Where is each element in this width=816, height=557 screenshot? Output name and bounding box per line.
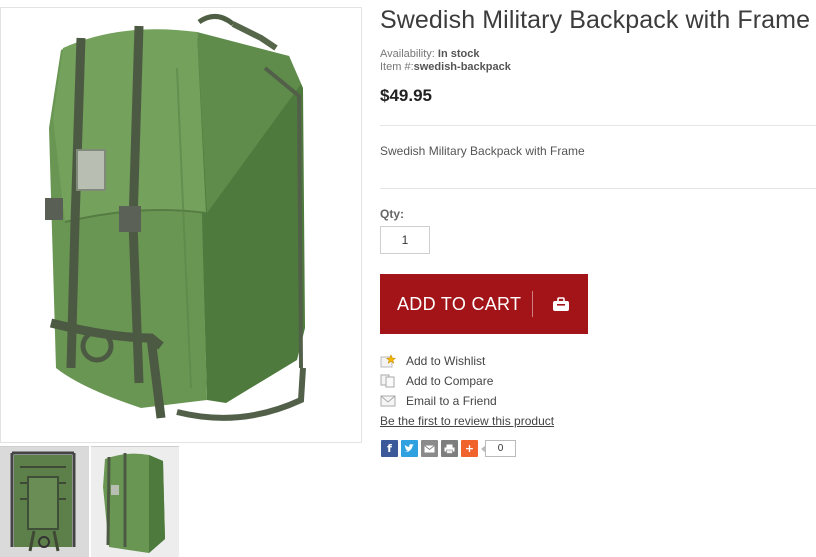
item-number-value: swedish-backpack (413, 61, 511, 73)
backpack-illustration (45, 14, 306, 421)
twitter-share-icon[interactable] (401, 440, 418, 457)
email-friend-link[interactable]: Email to a Friend (380, 391, 497, 411)
thumbnail-front[interactable] (91, 446, 179, 557)
add-to-compare-link[interactable]: Add to Compare (380, 371, 497, 391)
product-actions: Add to Wishlist Add to Compare Email to … (380, 351, 497, 411)
availability-value: In stock (437, 48, 480, 60)
print-share-icon[interactable] (441, 440, 458, 457)
thumbnail-frame-rear[interactable] (0, 446, 89, 557)
add-to-wishlist-link[interactable]: Add to Wishlist (380, 351, 497, 371)
short-description: Swedish Military Backpack with Frame (380, 144, 585, 158)
facebook-share-icon[interactable]: f (381, 440, 398, 457)
divider (380, 188, 816, 189)
backpack-front-thumbnail-image (91, 447, 179, 557)
shopping-bag-icon (552, 296, 570, 312)
share-bar: f + 0 (381, 440, 516, 457)
label-patch (76, 149, 106, 191)
product-meta: Availability: In stock Item #:swedish-ba… (380, 48, 511, 74)
qty-input[interactable] (380, 226, 430, 254)
wishlist-label: Add to Wishlist (406, 354, 486, 368)
carry-handle (197, 14, 235, 26)
item-number-label: Item #: (380, 61, 414, 73)
backpack-frame-thumbnail-image (0, 447, 89, 557)
main-product-image[interactable] (0, 7, 362, 443)
compare-icon (380, 374, 406, 388)
product-price: $49.95 (380, 86, 432, 105)
email-share-icon[interactable] (421, 440, 438, 457)
button-separator (532, 291, 533, 317)
email-friend-label: Email to a Friend (406, 394, 497, 408)
share-count: 0 (481, 440, 516, 457)
divider (380, 125, 816, 126)
write-review-link[interactable]: Be the first to review this product (380, 414, 554, 428)
product-title: Swedish Military Backpack with Frame (380, 6, 811, 34)
qty-label: Qty: (380, 207, 404, 221)
compare-label: Add to Compare (406, 374, 494, 388)
availability-label: Availability: (380, 48, 435, 60)
wishlist-star-icon (380, 354, 406, 368)
addthis-plus-icon[interactable]: + (461, 440, 478, 457)
add-to-cart-button[interactable]: ADD TO CART (380, 274, 588, 334)
item-number: Item #:swedish-backpack (380, 61, 511, 74)
availability: Availability: In stock (380, 48, 511, 61)
add-to-cart-label: ADD TO CART (397, 293, 522, 314)
envelope-icon (380, 395, 406, 407)
